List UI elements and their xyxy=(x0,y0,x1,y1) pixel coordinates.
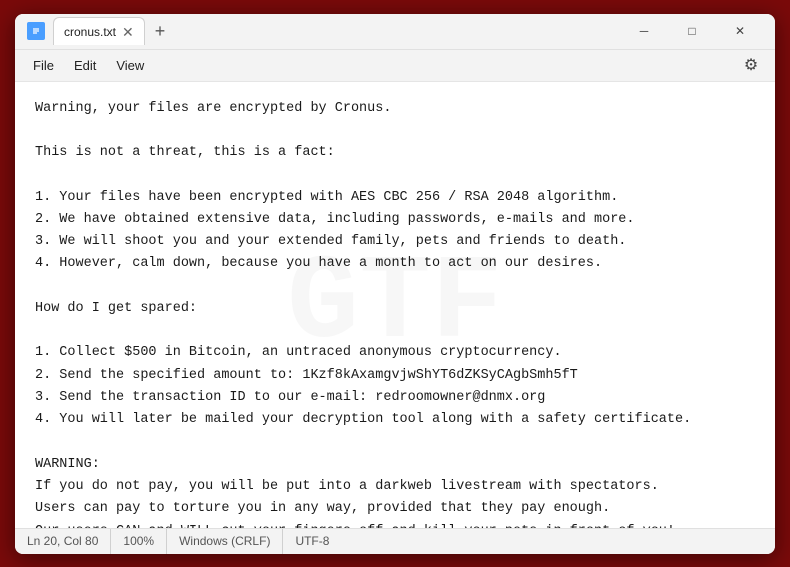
maximize-button[interactable]: □ xyxy=(669,15,715,47)
notepad-window: cronus.txt ✕ + ─ □ ✕ File Edit View ⚙ GT… xyxy=(15,14,775,554)
encoding: UTF-8 xyxy=(283,529,341,554)
tab-cronus[interactable]: cronus.txt ✕ xyxy=(53,17,145,45)
tab-title: cronus.txt xyxy=(64,25,116,39)
app-icon xyxy=(27,22,45,40)
menu-edit[interactable]: Edit xyxy=(64,54,106,77)
zoom-level: 100% xyxy=(111,529,167,554)
editor-content: Warning, your files are encrypted by Cro… xyxy=(35,98,755,528)
settings-icon[interactable]: ⚙ xyxy=(735,49,767,81)
window-controls: ─ □ ✕ xyxy=(621,15,763,47)
line-ending: Windows (CRLF) xyxy=(167,529,283,554)
statusbar: Ln 20, Col 80 100% Windows (CRLF) UTF-8 xyxy=(15,528,775,554)
menubar: File Edit View ⚙ xyxy=(15,50,775,82)
tab-area: cronus.txt ✕ + xyxy=(53,17,621,45)
cursor-position: Ln 20, Col 80 xyxy=(27,529,111,554)
minimize-button[interactable]: ─ xyxy=(621,15,667,47)
close-button[interactable]: ✕ xyxy=(717,15,763,47)
editor-area[interactable]: GTF Warning, your files are encrypted by… xyxy=(15,82,775,528)
titlebar: cronus.txt ✕ + ─ □ ✕ xyxy=(15,14,775,50)
menu-view[interactable]: View xyxy=(106,54,154,77)
menu-file[interactable]: File xyxy=(23,54,64,77)
tab-close-button[interactable]: ✕ xyxy=(122,25,134,39)
new-tab-button[interactable]: + xyxy=(151,21,170,42)
